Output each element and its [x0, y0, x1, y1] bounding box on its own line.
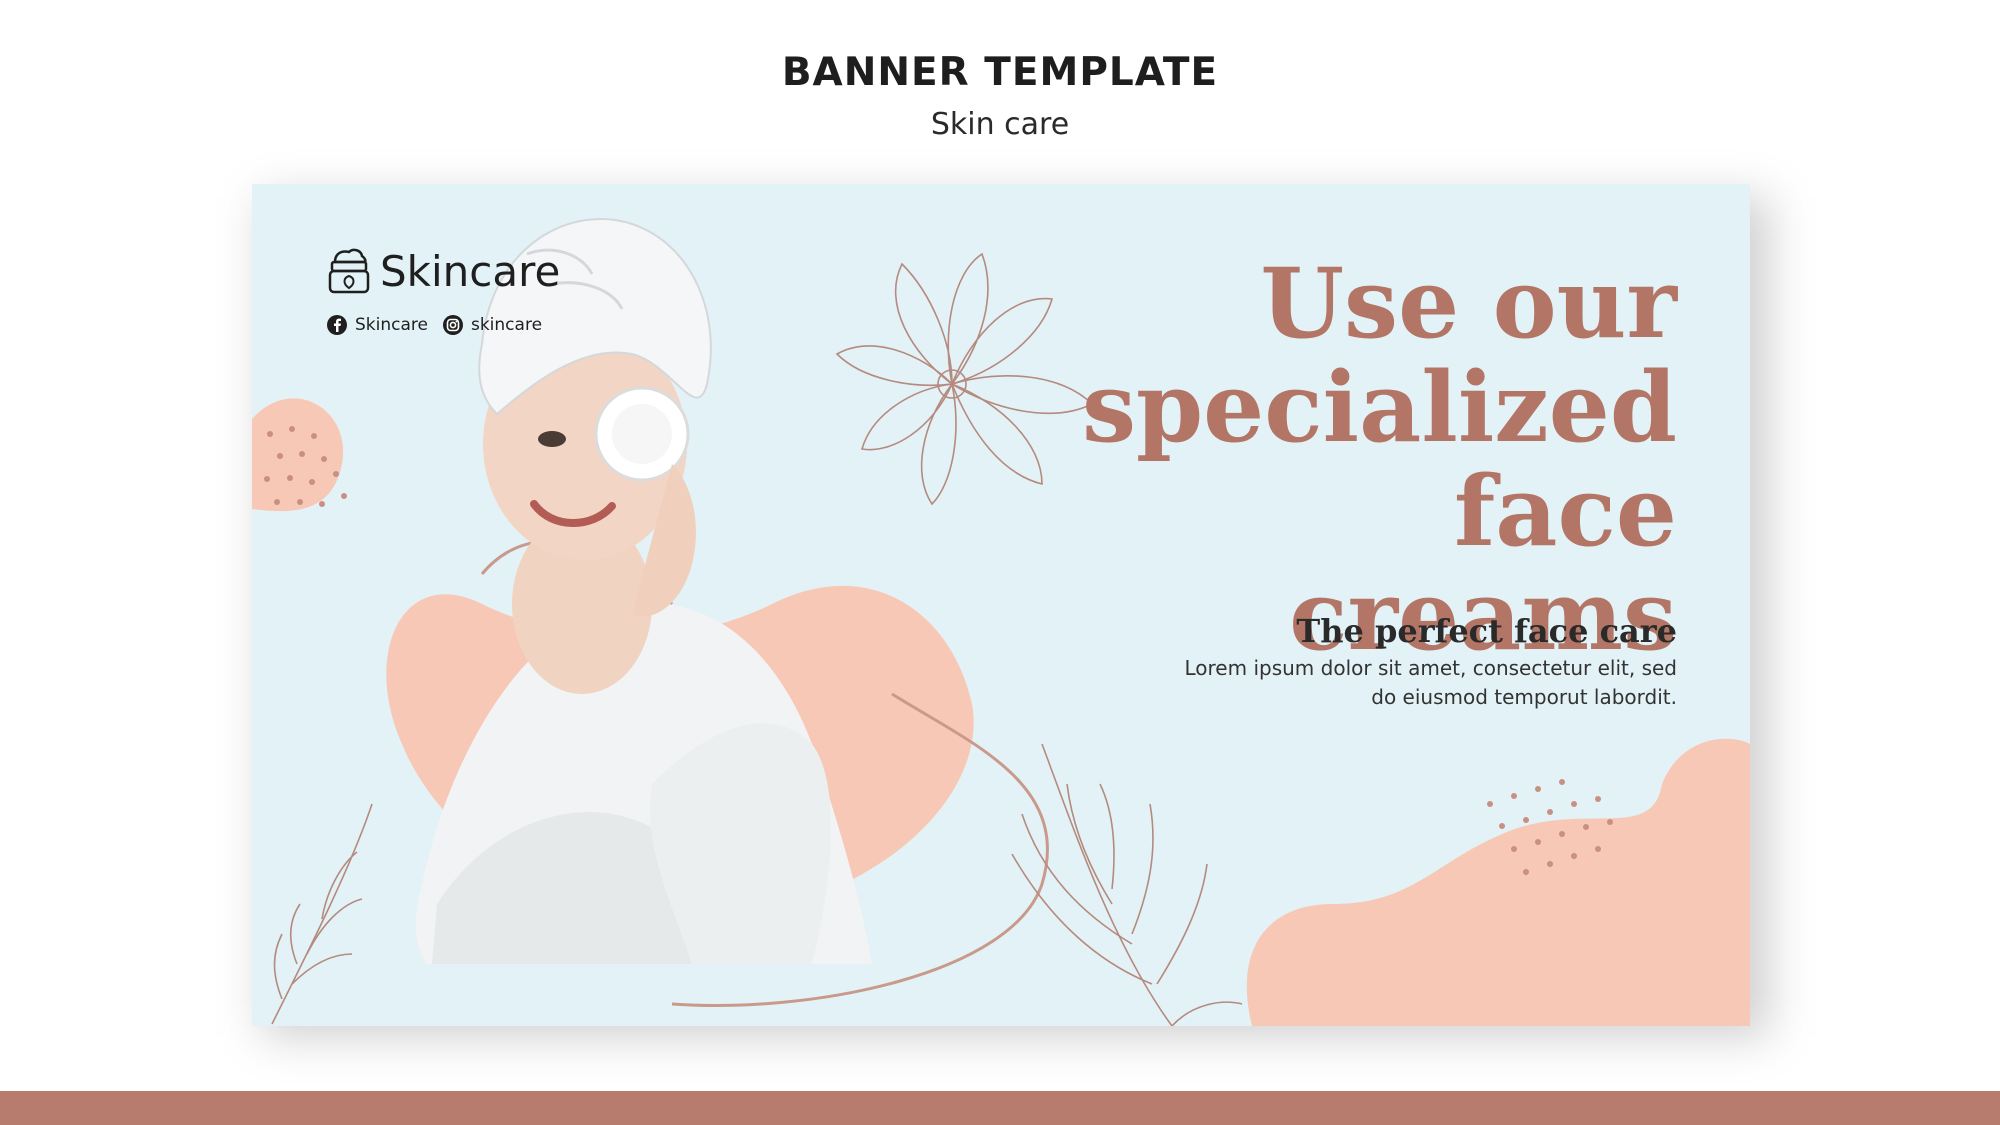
tagline: The perfect face care	[1296, 612, 1677, 650]
cream-jar-icon	[328, 248, 370, 294]
body-copy: Lorem ipsum dolor sit amet, consectetur …	[1184, 656, 1678, 709]
facebook-link[interactable]: Skincare	[326, 314, 428, 336]
fern-line-art-left	[271, 803, 373, 1025]
brand-logo: Skincare	[326, 246, 560, 296]
banner: Skincare Skincare skincare Use our speci…	[252, 184, 1750, 1026]
social-links: Skincare skincare	[326, 314, 556, 336]
brand-name: Skincare	[380, 246, 561, 296]
bottom-right-peach-blob	[1246, 738, 1750, 1026]
page-title: BANNER TEMPLATE	[781, 50, 1219, 95]
instagram-label: skincare	[470, 315, 543, 335]
facebook-label: Skincare	[355, 315, 428, 335]
facebook-icon	[327, 315, 347, 335]
leaf-line-art-right	[1011, 743, 1243, 1026]
page-header: BANNER TEMPLATE Skin care	[0, 50, 2000, 142]
instagram-icon	[442, 315, 463, 335]
page-subtitle: Skin care	[930, 107, 1070, 142]
bottom-bar	[0, 1091, 2000, 1125]
instagram-link[interactable]: skincare	[442, 314, 542, 336]
left-peach-blob	[252, 398, 344, 512]
headline: Use our specialized face creams	[1081, 247, 1677, 672]
